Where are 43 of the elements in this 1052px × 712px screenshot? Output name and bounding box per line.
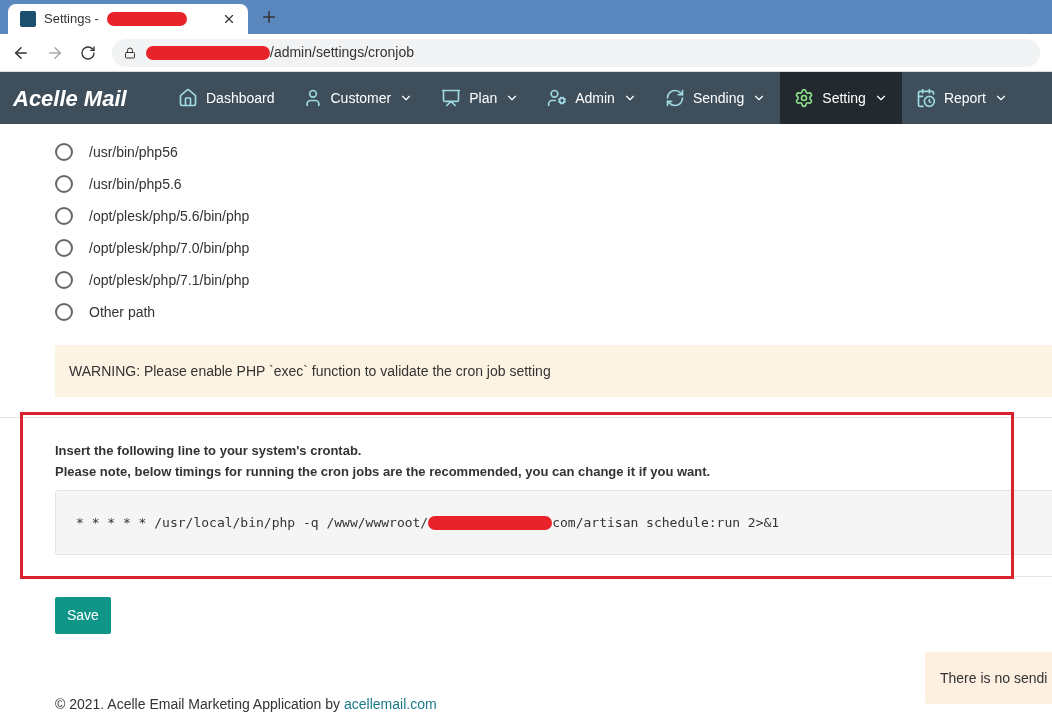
app-logo[interactable]: Acelle Mail bbox=[0, 72, 164, 124]
instruction-text: Insert the following line to your system's crontab. bbox=[55, 442, 363, 460]
board-icon bbox=[441, 88, 462, 108]
footer-text: © 2021. Acelle Email Marketing Application by bbox=[55, 695, 341, 712]
app-favicon-icon bbox=[20, 11, 36, 27]
settings-icon bbox=[794, 88, 815, 108]
nav-menu-item[interactable]: Plan bbox=[427, 72, 534, 124]
nav-menu-item[interactable]: Customer bbox=[288, 72, 428, 124]
refresh-icon bbox=[664, 88, 685, 108]
browser-tab[interactable]: Settings - bbox=[8, 4, 248, 34]
radio-option[interactable]: /usr/bin/php56 bbox=[55, 136, 178, 168]
radio-button[interactable] bbox=[55, 271, 73, 289]
radio-option[interactable]: Other path bbox=[55, 296, 156, 328]
tab-title: Settings - bbox=[44, 10, 99, 29]
nav-menu-item[interactable]: Setting bbox=[780, 72, 902, 124]
radio-button[interactable] bbox=[55, 303, 73, 321]
nav-menu-item[interactable]: Sending bbox=[650, 72, 781, 124]
radio-button[interactable] bbox=[55, 175, 73, 193]
instruction-text: Please note, below timings for running the cron jobs are the recommended, you can change it if you want. bbox=[55, 463, 712, 481]
nav-menu-item[interactable]: Report bbox=[901, 72, 1022, 124]
radio-button[interactable] bbox=[55, 207, 73, 225]
toast-notification: There is no sendi bbox=[925, 652, 1052, 704]
nav-menu-item[interactable]: Dashboard bbox=[164, 72, 289, 124]
nav-menu-item[interactable]: Admin bbox=[533, 72, 651, 124]
code-block: * * * * * /usr/local/bin/php -q /www/wwwroot/ com/artisan schedule:run 2>&1 bbox=[55, 490, 1052, 555]
reload-icon[interactable] bbox=[80, 44, 96, 61]
radio-option[interactable]: /opt/plesk/php/7.0/bin/php bbox=[55, 232, 250, 264]
calendar-clock-icon bbox=[915, 88, 936, 108]
radio-button[interactable] bbox=[55, 143, 73, 161]
close-icon[interactable] bbox=[222, 12, 236, 26]
warning-alert: WARNING: Please enable PHP `exec` function to validate the cron job setting bbox=[55, 345, 1052, 397]
radio-option[interactable]: /usr/bin/php5.6 bbox=[55, 168, 182, 200]
radio-option[interactable]: /opt/plesk/php/7.1/bin/php bbox=[55, 264, 250, 296]
new-tab-icon[interactable] bbox=[260, 8, 278, 26]
save-button[interactable]: Save bbox=[55, 597, 111, 634]
address-field[interactable]: /admin/settings/cronjob bbox=[112, 38, 1040, 67]
person-gear-icon bbox=[547, 88, 568, 108]
house-icon bbox=[178, 88, 198, 108]
lock-icon bbox=[124, 46, 136, 59]
footer-link[interactable]: acellemail.com bbox=[344, 694, 437, 712]
radio-option[interactable]: /opt/plesk/php/5.6/bin/php bbox=[55, 200, 250, 232]
radio-button[interactable] bbox=[55, 239, 73, 257]
url-text: /admin/settings/cronjob bbox=[270, 43, 414, 62]
